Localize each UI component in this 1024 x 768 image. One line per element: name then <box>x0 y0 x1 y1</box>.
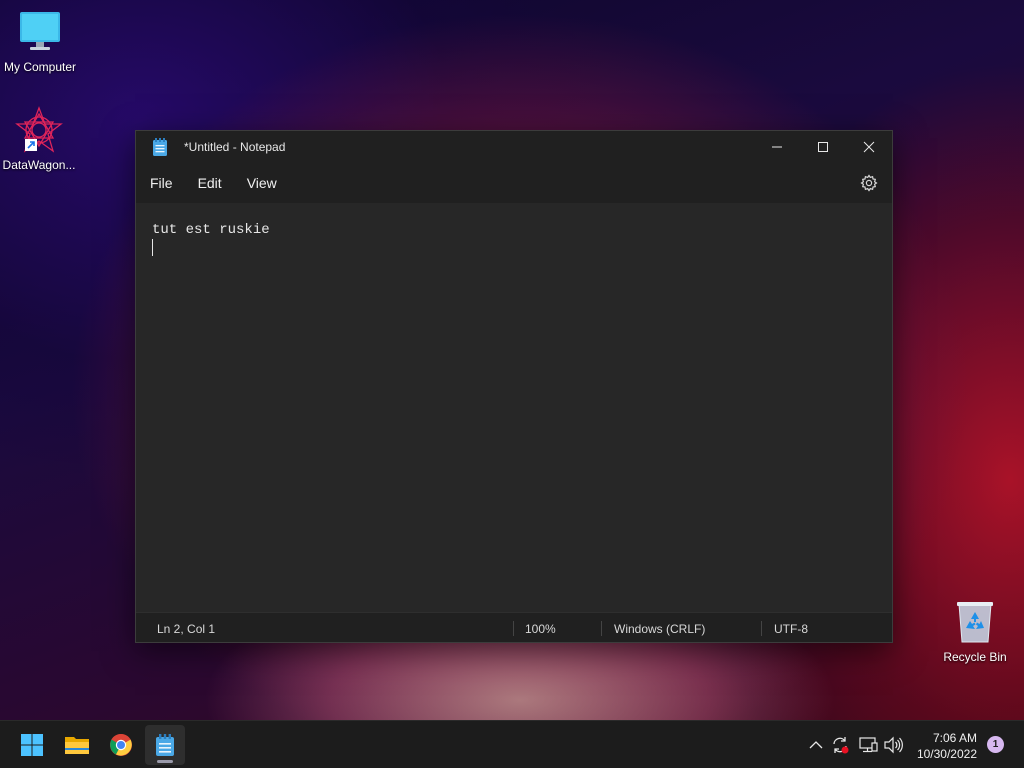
volume-icon <box>884 736 903 754</box>
taskbar-file-explorer[interactable] <box>57 725 97 765</box>
menu-file[interactable]: File <box>139 169 184 197</box>
volume-button[interactable] <box>883 735 903 755</box>
encoding[interactable]: UTF-8 <box>774 622 808 636</box>
desktop-icon-label: My Computer <box>3 60 77 74</box>
zoom-level[interactable]: 100% <box>525 622 556 636</box>
show-hidden-icons-button[interactable] <box>806 735 826 755</box>
start-icon <box>21 734 43 756</box>
text-editor[interactable]: tut est ruskie <box>136 203 892 612</box>
close-button[interactable] <box>846 131 892 163</box>
menu-bar: File Edit View <box>136 163 892 203</box>
system-clock[interactable]: 7:06 AM 10/30/2022 <box>917 730 977 762</box>
notification-badge[interactable]: 1 <box>987 736 1004 753</box>
chevron-up-icon <box>809 741 823 749</box>
desktop-icon-label: Recycle Bin <box>943 650 1007 664</box>
text-caret <box>152 239 153 256</box>
running-indicator <box>157 760 173 763</box>
desktop-icon-my-computer[interactable]: My Computer <box>0 8 80 74</box>
start-button[interactable] <box>12 725 52 765</box>
status-divider <box>761 621 762 636</box>
title-bar[interactable]: *Untitled - Notepad <box>136 131 892 163</box>
editor-line-current <box>152 239 876 257</box>
desktop-icon-recycle-bin[interactable]: Recycle Bin <box>935 598 1015 664</box>
sync-icon <box>833 737 849 754</box>
notepad-icon <box>156 734 174 756</box>
gear-icon <box>860 174 878 192</box>
taskbar-notepad[interactable] <box>145 725 185 765</box>
taskbar-chrome[interactable] <box>101 725 141 765</box>
maximize-icon <box>818 142 828 152</box>
clock-date: 10/30/2022 <box>916 747 977 761</box>
sync-status-button[interactable] <box>830 735 850 755</box>
network-button[interactable] <box>858 735 878 755</box>
settings-button[interactable] <box>860 174 878 192</box>
minimize-button[interactable] <box>754 131 800 163</box>
editor-line: tut est ruskie <box>152 222 270 238</box>
recycle-bin-icon <box>951 598 999 646</box>
desktop-icon-label: DataWagon... <box>2 158 76 172</box>
notepad-window: *Untitled - Notepad File Edit View tut e… <box>135 130 893 643</box>
minimize-icon <box>772 146 782 148</box>
taskbar: 7:06 AM 10/30/2022 1 <box>0 720 1024 768</box>
desktop-icon-datawagon[interactable]: DataWagon... <box>0 106 79 172</box>
close-icon <box>863 141 875 153</box>
cursor-position: Ln 2, Col 1 <box>157 622 216 636</box>
network-icon <box>859 737 878 753</box>
monitor-icon <box>16 8 64 56</box>
clock-time: 7:06 AM <box>932 731 977 745</box>
notepad-icon <box>152 138 168 156</box>
status-bar: Ln 2, Col 1 100% Windows (CRLF) UTF-8 <box>136 612 892 642</box>
status-divider <box>513 621 514 636</box>
window-title: *Untitled - Notepad <box>184 140 286 154</box>
menu-view[interactable]: View <box>236 169 288 197</box>
datawagon-logo-icon <box>15 106 63 154</box>
chrome-icon <box>110 734 132 756</box>
line-ending[interactable]: Windows (CRLF) <box>614 622 705 636</box>
maximize-button[interactable] <box>800 131 846 163</box>
file-explorer-icon <box>65 737 89 754</box>
window-controls <box>754 131 892 163</box>
menu-edit[interactable]: Edit <box>187 169 233 197</box>
status-divider <box>601 621 602 636</box>
